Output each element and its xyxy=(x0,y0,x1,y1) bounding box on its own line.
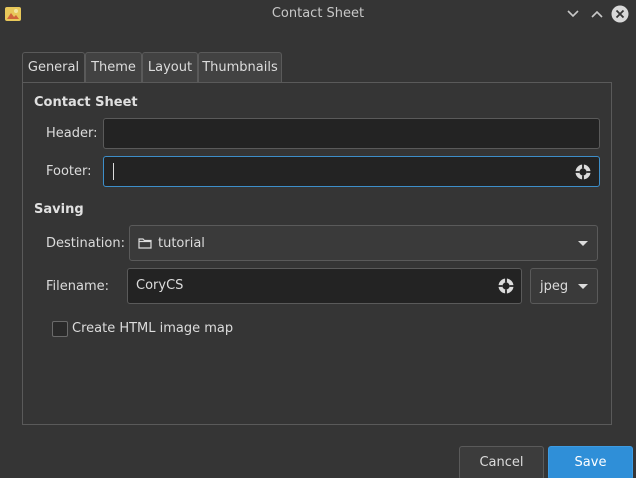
destination-value: tutorial xyxy=(158,236,205,251)
footer-input[interactable] xyxy=(103,156,600,187)
text-caret xyxy=(113,163,114,180)
html-map-label[interactable]: Create HTML image map xyxy=(72,321,233,336)
tab-layout[interactable]: Layout xyxy=(142,52,198,83)
window-title: Contact Sheet xyxy=(271,6,365,21)
chevron-down-icon[interactable] xyxy=(564,5,582,23)
destination-select[interactable]: tutorial xyxy=(129,225,598,261)
filename-value: CoryCS xyxy=(136,278,184,293)
filename-label: Filename: xyxy=(46,279,110,294)
dropdown-arrow-icon xyxy=(578,284,588,289)
title-bar: Contact Sheet xyxy=(0,0,636,29)
folder-icon xyxy=(138,238,152,249)
cancel-button[interactable]: Cancel xyxy=(459,446,544,478)
close-icon[interactable] xyxy=(611,5,629,23)
footer-label: Footer: xyxy=(46,164,92,179)
format-value: jpeg xyxy=(540,279,569,294)
destination-label: Destination: xyxy=(46,236,125,251)
filename-input[interactable]: CoryCS xyxy=(127,268,522,304)
header-label: Header: xyxy=(46,126,98,141)
format-select[interactable]: jpeg xyxy=(530,268,598,304)
tab-thumbnails[interactable]: Thumbnails xyxy=(198,52,282,83)
dropdown-arrow-icon xyxy=(578,241,588,246)
clear-field-icon[interactable] xyxy=(574,163,592,181)
clear-field-icon[interactable] xyxy=(497,277,515,295)
contact-sheet-section-title: Contact Sheet xyxy=(34,95,138,110)
save-button[interactable]: Save xyxy=(548,446,633,478)
chevron-up-icon[interactable] xyxy=(588,5,606,23)
general-panel: Contact Sheet Header: Footer: Saving Des… xyxy=(22,82,612,425)
tab-general[interactable]: General xyxy=(22,52,85,84)
tab-theme[interactable]: Theme xyxy=(85,52,142,83)
header-input[interactable] xyxy=(103,118,600,149)
saving-section-title: Saving xyxy=(34,202,84,217)
html-map-checkbox[interactable] xyxy=(52,321,68,337)
